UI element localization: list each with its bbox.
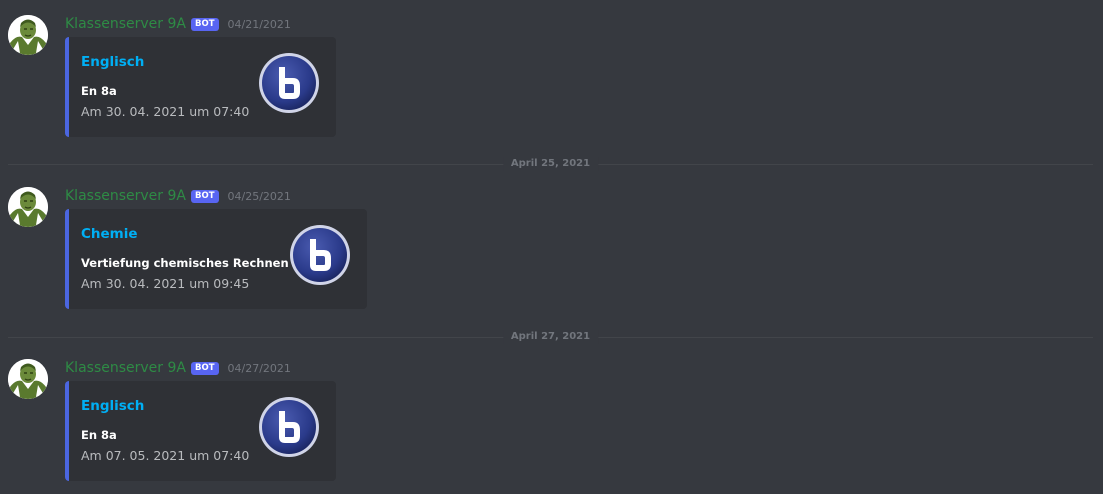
- chat-messages: Klassenserver 9A BOT 04/21/2021 Englisch…: [0, 0, 1103, 494]
- message-header: Klassenserver 9A BOT 04/21/2021: [65, 14, 291, 34]
- bot-tag: BOT: [190, 17, 219, 31]
- embed-field-value: Am 30. 04. 2021 um 09:45: [81, 276, 250, 291]
- embed: Chemie Vertiefung chemisches Rechnen Am …: [65, 209, 367, 309]
- embed-field-name: En 8a: [81, 84, 117, 98]
- timestamp: 04/27/2021: [227, 361, 291, 375]
- embed-field-name: Vertiefung chemisches Rechnen: [81, 256, 289, 270]
- username[interactable]: Klassenserver 9A: [65, 188, 186, 204]
- embed-field-value: Am 30. 04. 2021 um 07:40: [81, 104, 250, 119]
- timestamp: 04/25/2021: [227, 189, 291, 203]
- date-divider-label: April 27, 2021: [502, 330, 599, 344]
- date-divider: April 25, 2021: [8, 157, 1093, 171]
- message-header: Klassenserver 9A BOT 04/25/2021: [65, 186, 291, 206]
- timestamp: 04/21/2021: [227, 17, 291, 31]
- date-divider: April 27, 2021: [8, 330, 1093, 344]
- bot-tag: BOT: [190, 189, 219, 203]
- embed-field-value: Am 07. 05. 2021 um 07:40: [81, 448, 250, 463]
- server-avatar-icon[interactable]: [8, 187, 48, 227]
- embed: Englisch En 8a Am 07. 05. 2021 um 07:40: [65, 381, 336, 481]
- embed: Englisch En 8a Am 30. 04. 2021 um 07:40: [65, 37, 336, 137]
- message-header: Klassenserver 9A BOT 04/27/2021: [65, 358, 291, 378]
- bigbluebutton-logo-icon[interactable]: [257, 51, 321, 115]
- embed-field-name: En 8a: [81, 428, 117, 442]
- username[interactable]: Klassenserver 9A: [65, 16, 186, 32]
- embed-title: Chemie: [81, 226, 138, 242]
- server-avatar-icon[interactable]: [8, 15, 48, 55]
- server-avatar-icon[interactable]: [8, 359, 48, 399]
- bigbluebutton-logo-icon[interactable]: [257, 395, 321, 459]
- embed-title: Englisch: [81, 398, 145, 414]
- bigbluebutton-logo-icon[interactable]: [288, 223, 352, 287]
- embed-title: Englisch: [81, 54, 145, 70]
- date-divider-label: April 25, 2021: [502, 157, 599, 171]
- username[interactable]: Klassenserver 9A: [65, 360, 186, 376]
- bot-tag: BOT: [190, 361, 219, 375]
